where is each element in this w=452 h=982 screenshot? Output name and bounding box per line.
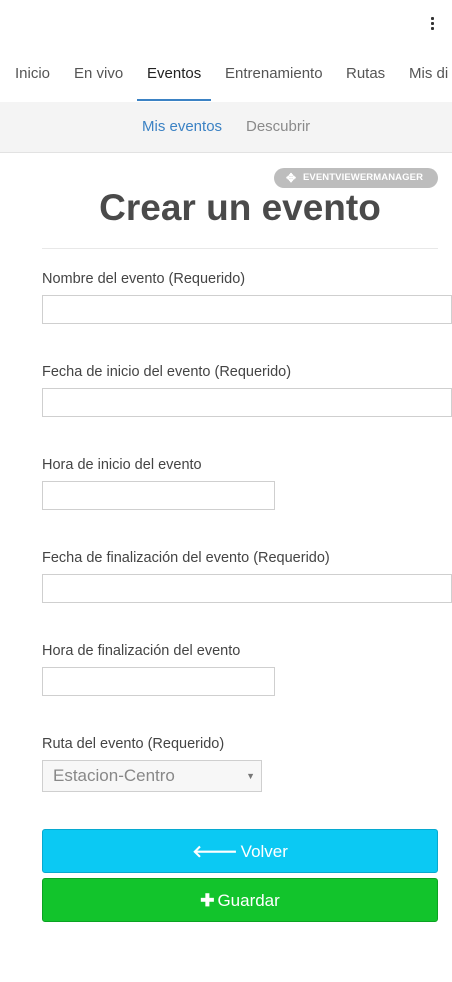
event-name-label: Nombre del evento (Requerido) [42,271,246,287]
divider [42,248,438,249]
page-title: Crear un evento [99,187,381,228]
event-name-input[interactable] [42,295,452,324]
tab-rutas[interactable]: Rutas [346,46,385,100]
arrow-left-icon: 🡐 [192,842,238,861]
top-bar [0,0,452,46]
end-date-label: Fecha de finalización del evento (Requer… [42,550,330,566]
end-date-input[interactable] [42,574,452,603]
end-time-label: Hora de finalización del evento [42,643,241,659]
end-time-input[interactable] [42,667,275,696]
start-time-label: Hora de inicio del evento [42,457,202,473]
plus-icon: ✚ [200,891,215,910]
role-badge: ✥ EVENTVIEWERMANAGER [274,168,438,188]
more-vertical-icon[interactable] [426,14,440,32]
start-date-input[interactable] [42,388,452,417]
tab-entrenamiento[interactable]: Entrenamiento [225,46,323,100]
tab-inicio[interactable]: Inicio [15,46,50,100]
sub-nav: Mis eventos Descubrir [0,102,452,153]
save-button[interactable]: ✚ Guardar [42,878,438,922]
tab-eventos[interactable]: Eventos [147,46,201,100]
move-icon: ✥ [286,171,297,185]
route-select-value: Estacion-Centro [53,766,175,785]
route-label: Ruta del evento (Requerido) [42,736,225,752]
role-badge-label: EVENTVIEWERMANAGER [303,172,424,183]
route-select[interactable]: Estacion-Centro ▼ [42,760,262,792]
start-time-input[interactable] [42,481,275,510]
back-button-label: Volver [240,842,288,861]
tab-mis-di[interactable]: Mis di [409,46,448,100]
save-button-label: Guardar [217,891,280,910]
subtab-mis-eventos[interactable]: Mis eventos [142,102,222,152]
active-tab-indicator [137,99,211,101]
chevron-down-icon: ▼ [246,771,255,781]
tab-en-vivo[interactable]: En vivo [74,46,123,100]
subtab-descubrir[interactable]: Descubrir [246,102,310,152]
main-nav: Inicio En vivo Eventos Entrenamiento Rut… [0,46,452,103]
back-button[interactable]: 🡐 Volver [42,829,438,873]
start-date-label: Fecha de inicio del evento (Requerido) [42,364,292,380]
